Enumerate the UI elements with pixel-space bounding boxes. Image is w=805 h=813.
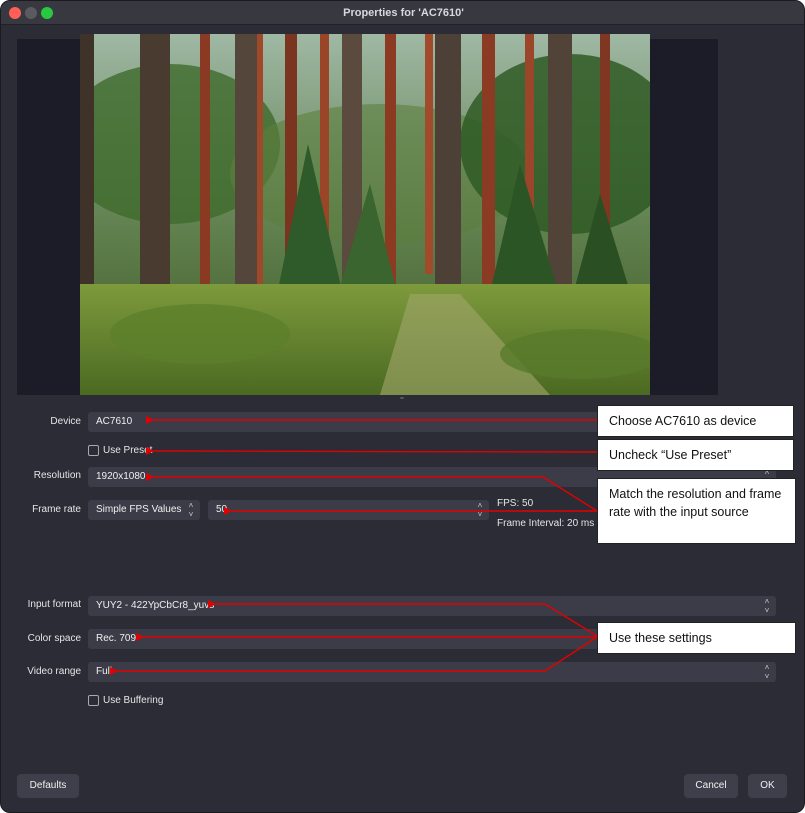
- video-range-label: Video range: [27, 666, 81, 677]
- use-buffering-checkbox-row[interactable]: Use Buffering: [88, 693, 163, 707]
- frame-rate-select[interactable]: 50 ˄ ˅: [208, 500, 489, 520]
- defaults-button[interactable]: Defaults: [17, 774, 79, 798]
- fps-info: FPS: 50: [497, 498, 534, 509]
- use-preset-label: Use Preset: [103, 444, 153, 456]
- resolution-label: Resolution: [33, 470, 81, 481]
- frame-rate-mode-chevron-icon[interactable]: ˄ ˅: [183, 501, 199, 519]
- callout-resolution-framerate: Match the resolution and frame rate with…: [597, 478, 796, 544]
- frame-interval-info: Frame Interval: 20 ms: [497, 518, 595, 529]
- video-range-chevron-icon[interactable]: ˄ ˅: [759, 663, 775, 681]
- use-buffering-checkbox[interactable]: [88, 694, 99, 706]
- color-space-label: Color space: [27, 633, 81, 644]
- callout-device: Choose AC7610 as device: [597, 405, 794, 437]
- device-label: Device: [50, 416, 81, 427]
- video-range-value: Full: [96, 666, 113, 677]
- frame-rate-label: Frame rate: [32, 504, 81, 515]
- cancel-button[interactable]: Cancel: [684, 774, 738, 798]
- ok-button[interactable]: OK: [748, 774, 787, 798]
- use-buffering-label: Use Buffering: [103, 694, 164, 706]
- preview-splitter-handle[interactable]: [400, 397, 404, 399]
- frame-rate-chevron-icon[interactable]: ˄ ˅: [472, 501, 488, 519]
- frame-rate-mode-select[interactable]: Simple FPS Values ˄ ˅: [88, 500, 200, 520]
- device-select-value: AC7610: [96, 416, 133, 427]
- video-range-select[interactable]: Full ˄ ˅: [88, 662, 776, 682]
- preview-image-forest: [80, 34, 650, 395]
- input-format-value: YUY2 - 422YpCbCr8_yuvs: [96, 600, 215, 611]
- use-preset-checkbox-row[interactable]: Use Preset: [88, 443, 152, 457]
- callout-use-preset: Uncheck “Use Preset”: [597, 439, 794, 471]
- color-space-value: Rec. 709: [96, 633, 137, 644]
- title-bar: Properties for 'AC7610': [1, 1, 804, 25]
- input-format-label: Input format: [27, 599, 81, 610]
- use-preset-checkbox[interactable]: [88, 444, 99, 456]
- callout-settings: Use these settings: [597, 622, 796, 654]
- frame-rate-mode-value: Simple FPS Values: [96, 504, 182, 515]
- window-title: Properties for 'AC7610': [343, 7, 464, 19]
- input-format-select[interactable]: YUY2 - 422YpCbCr8_yuvs ˄ ˅: [88, 596, 776, 616]
- input-format-chevron-icon[interactable]: ˄ ˅: [759, 597, 775, 615]
- resolution-select-value: 1920x1080: [96, 471, 146, 482]
- frame-rate-value: 50: [216, 504, 228, 515]
